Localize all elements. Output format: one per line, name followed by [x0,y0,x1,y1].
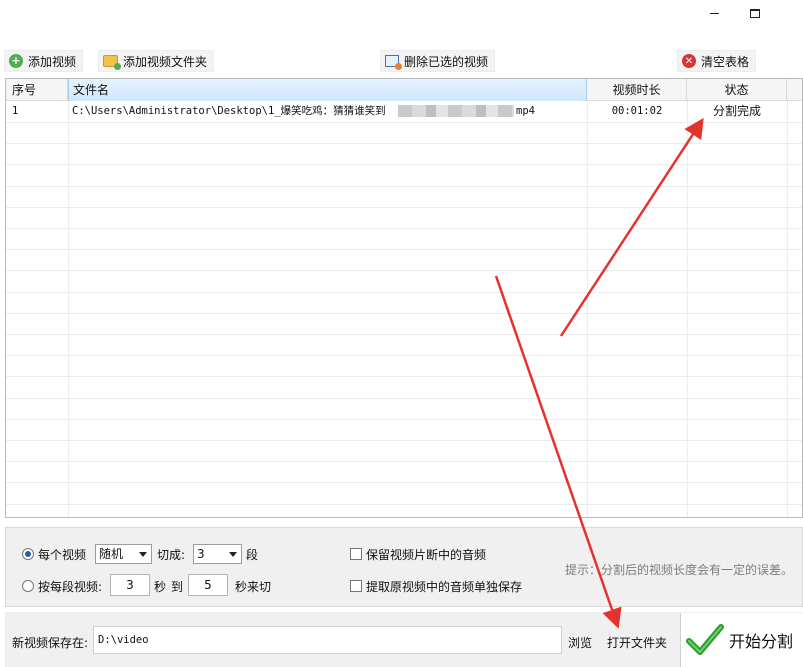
toolbar: + 添加视频 添加视频文件夹 删除已选的视频 ✕ 清空表格 [0,46,803,76]
grid-row-line [6,461,802,463]
grid-row-line [6,355,802,357]
hint-text: 提示：分割后的视频长度会有一定的误差。 [565,563,794,577]
grid-row-line [6,143,802,145]
grid-row-line [6,418,802,420]
cell-status: 分割完成 [712,104,761,118]
grid-row-line [6,228,802,229]
grid-row-line [6,334,802,335]
maximize-icon [750,8,760,18]
delete-selected-button[interactable]: 删除已选的视频 [380,50,496,72]
redacted-filename [398,105,514,117]
cell-filename: C:\Users\Administrator\Desktop\1_爆笑吃鸡：猜猜… [72,105,386,117]
add-video-button[interactable]: + 添加视频 [4,50,84,72]
extract-audio-checkbox[interactable] [350,580,362,592]
add-folder-button[interactable]: 添加视频文件夹 [98,50,215,72]
grid-row-line [6,122,802,123]
minimize-button[interactable] [693,0,735,26]
grid-row-line [6,376,802,378]
clear-table-button[interactable]: ✕ 清空表格 [677,50,757,72]
maximize-button[interactable] [734,0,776,26]
segment-count-value: 3 [197,547,205,561]
table-header: 序号 文件名 视频时长 状态 [6,79,802,101]
cut-by-seconds-label: 秒来切 [235,580,272,594]
minimize-icon [709,12,719,14]
mode-select[interactable]: 随机 [95,544,152,564]
min-seconds-input[interactable]: 3 [110,574,150,596]
chevron-down-icon [229,552,237,557]
folder-add-icon [103,55,121,70]
clear-x-icon: ✕ [682,54,696,68]
grid-row-line [6,440,802,441]
mode-per-segment-radio[interactable] [22,580,34,592]
header-index[interactable]: 序号 [6,79,68,101]
grid-row-line [6,482,802,484]
checkmark-icon [686,624,724,655]
delete-selected-label: 删除已选的视频 [404,54,489,69]
cell-filename-ext: mp4 [516,105,535,117]
chevron-down-icon [139,552,147,557]
browse-button[interactable]: 浏览 [568,634,592,651]
save-path-label: 新视频保存在: [12,636,89,650]
add-folder-label: 添加视频文件夹 [123,54,208,69]
max-seconds-input[interactable]: 5 [188,574,228,596]
options-panel: 每个视频 随机 切成: 3 段 按每段视频: 3 秒 到 5 秒来切 保留视频片… [5,527,803,607]
grid-row-line [6,270,802,272]
start-split-label: 开始分割 [729,632,794,651]
grid-row-line [6,503,802,505]
mode-select-value: 随机 [99,547,124,561]
grid-row-line [6,397,802,399]
add-icon: + [9,54,23,68]
extract-audio-label: 提取原视频中的音频单独保存 [366,580,523,594]
header-duration[interactable]: 视频时长 [587,79,687,101]
grid-row-line [6,185,802,187]
mode-each-video-radio[interactable] [22,548,34,560]
cut-into-label: 切成: [157,548,186,562]
to-label: 到 [171,580,184,594]
grid-row-line [6,249,802,251]
add-video-label: 添加视频 [28,54,77,69]
mode-each-video-label: 每个视频 [38,548,87,562]
cell-index: 1 [12,105,19,117]
header-status[interactable]: 状态 [687,79,787,101]
segment-unit-label: 段 [246,548,259,562]
start-split-button[interactable]: 开始分割 [680,613,803,667]
keep-audio-checkbox[interactable] [350,548,362,560]
grid-row-line [6,291,802,293]
grid-row-line [6,312,802,314]
video-table[interactable]: 序号 文件名 视频时长 状态 1 C:\Users\Administrator\… [5,78,803,518]
clear-table-label: 清空表格 [701,54,750,69]
open-folder-button[interactable]: 打开文件夹 [607,634,667,651]
grid-row-line [6,206,802,208]
delete-window-icon [385,55,402,70]
header-filename[interactable]: 文件名 [68,79,587,101]
keep-audio-label: 保留视频片断中的音频 [366,548,487,562]
seconds-unit-label: 秒 [154,580,167,594]
cell-duration: 00:01:02 [611,105,663,117]
save-path-input[interactable]: D:\video [93,626,562,654]
segment-count-select[interactable]: 3 [193,544,242,564]
grid-row-line [6,164,802,166]
title-bar [0,0,803,30]
mode-per-segment-label: 按每段视频: [38,580,103,594]
